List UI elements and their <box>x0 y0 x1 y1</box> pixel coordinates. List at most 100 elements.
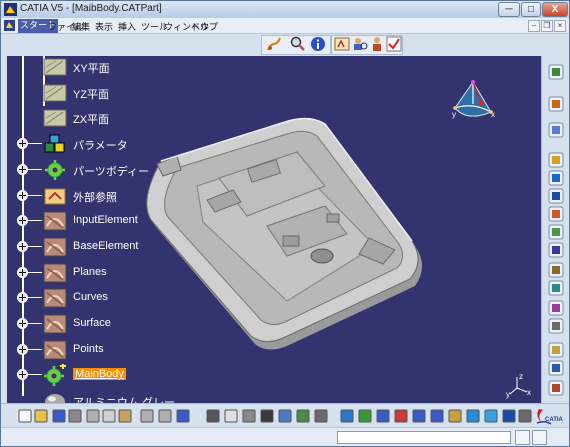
fit-all-icon[interactable] <box>357 408 373 424</box>
tree-expand-button[interactable] <box>17 215 28 227</box>
redo-icon[interactable] <box>157 408 173 424</box>
stop-command-button[interactable] <box>515 430 530 445</box>
apply-material-icon[interactable] <box>548 342 564 358</box>
zoom-out-icon[interactable] <box>429 408 445 424</box>
command-options-button[interactable] <box>532 430 547 445</box>
sketch-arrow-icon[interactable] <box>266 36 282 52</box>
menu-help[interactable]: ヘルプ <box>191 20 218 33</box>
hole-icon[interactable] <box>548 206 564 222</box>
fog-icon[interactable] <box>205 408 221 424</box>
tree-node-label[interactable]: Surface <box>73 317 111 329</box>
plane-icon[interactable] <box>43 107 67 129</box>
search-icon[interactable] <box>290 36 306 52</box>
info-icon[interactable] <box>310 36 326 52</box>
menu-edit[interactable]: 編集 <box>72 20 90 33</box>
tree-expand-button[interactable] <box>17 138 28 150</box>
3d-viewport[interactable]: XY平面 YZ平面 ZX平面 パラメータ パーツボディー 外部参照 InputElement… <box>7 56 541 403</box>
save-icon[interactable] <box>51 408 67 424</box>
print-icon[interactable] <box>67 408 83 424</box>
tree-node-label[interactable]: Planes <box>73 266 107 278</box>
tree-node-label[interactable]: 外部参照 <box>73 189 117 205</box>
boolean-icon[interactable] <box>548 300 564 316</box>
tree-expand-button[interactable] <box>17 240 28 252</box>
plane-icon[interactable] <box>43 82 67 104</box>
copy-icon[interactable] <box>101 408 117 424</box>
tree-expand-button[interactable] <box>17 369 28 381</box>
tree-node-label[interactable]: MainBody <box>73 368 126 381</box>
close-button[interactable]: X <box>542 2 568 17</box>
view-grid-icon[interactable] <box>465 408 481 424</box>
tree-expand-button[interactable] <box>17 318 28 329</box>
geometrical-set-icon[interactable] <box>43 313 67 335</box>
tree-node-label[interactable]: アルミニウム グレー <box>73 394 175 403</box>
tree-node-label[interactable]: Points <box>73 343 104 355</box>
shaft-icon[interactable] <box>548 188 564 204</box>
part-design-icon[interactable] <box>548 96 564 112</box>
minimize-button[interactable]: ─ <box>498 2 520 17</box>
fly-mode-icon[interactable] <box>339 408 355 424</box>
tree-node-label[interactable]: Curves <box>73 291 108 303</box>
tree-expand-button[interactable] <box>17 163 28 175</box>
rotate-icon[interactable] <box>393 408 409 424</box>
parameters-icon[interactable] <box>43 133 67 155</box>
geometrical-set-icon[interactable] <box>43 339 67 361</box>
tree-node-label[interactable]: BaseElement <box>73 240 138 252</box>
mass-icon[interactable] <box>313 408 329 424</box>
normal-view-icon[interactable] <box>447 408 463 424</box>
part-3d-model[interactable] <box>137 116 437 351</box>
select-arrow-icon[interactable] <box>548 122 564 138</box>
plane-icon[interactable] <box>43 56 67 78</box>
menu-insert[interactable]: 挿入 <box>118 20 136 33</box>
doc-minimize-button[interactable]: – <box>528 20 540 32</box>
material-sphere-icon[interactable] <box>43 390 67 403</box>
scale-icon[interactable] <box>241 408 257 424</box>
iso-view-icon[interactable] <box>483 408 499 424</box>
shell-icon[interactable] <box>548 280 564 296</box>
tree-node-label[interactable]: InputElement <box>73 214 138 226</box>
user-search-icon[interactable] <box>352 36 368 52</box>
tree-node-label[interactable]: パラメータ <box>73 137 128 153</box>
external-reference-icon[interactable] <box>43 185 67 207</box>
compass-icon[interactable] <box>447 76 499 128</box>
geometrical-set-icon[interactable] <box>43 236 67 258</box>
branch-icon[interactable] <box>295 408 311 424</box>
doc-close-button[interactable]: × <box>554 20 566 32</box>
command-input[interactable] <box>337 431 511 444</box>
knowledge-check-icon[interactable] <box>386 36 402 52</box>
new-file-icon[interactable] <box>17 408 33 424</box>
tree-expand-button[interactable] <box>17 189 28 201</box>
shading-icon[interactable] <box>501 408 517 424</box>
catalog-icon[interactable] <box>548 380 564 396</box>
tree-icon[interactable] <box>277 408 293 424</box>
speech-icon[interactable] <box>223 408 239 424</box>
tree-expand-button[interactable] <box>17 292 28 304</box>
open-folder-icon[interactable] <box>33 408 49 424</box>
pocket-icon[interactable] <box>548 170 564 186</box>
undo-icon[interactable] <box>139 408 155 424</box>
measure-icon[interactable] <box>548 318 564 334</box>
draft-icon[interactable] <box>548 262 564 278</box>
pad-icon[interactable] <box>548 152 564 168</box>
tree-node-label[interactable]: YZ平面 <box>73 86 109 102</box>
formula-icon[interactable] <box>334 36 350 52</box>
pan-icon[interactable] <box>375 408 391 424</box>
partbody-gear-icon[interactable] <box>43 159 67 181</box>
whats-this-icon[interactable] <box>175 408 191 424</box>
tree-expand-button[interactable] <box>17 266 28 278</box>
fillet-icon[interactable] <box>548 224 564 240</box>
person-tool-icon[interactable] <box>369 36 385 52</box>
geometrical-set-icon[interactable] <box>43 287 67 309</box>
doc-restore-button[interactable]: ❐ <box>541 20 553 32</box>
mainbody-gear-icon[interactable] <box>43 364 67 387</box>
paste-icon[interactable] <box>117 408 133 424</box>
table-icon[interactable] <box>259 408 275 424</box>
geometrical-set-icon[interactable] <box>43 210 67 232</box>
geometrical-set-icon[interactable] <box>43 262 67 284</box>
maximize-button[interactable]: □ <box>521 2 541 17</box>
cut-icon[interactable] <box>85 408 101 424</box>
tree-expand-button[interactable] <box>17 343 28 355</box>
tree-node-label[interactable]: ZX平面 <box>73 111 109 127</box>
zoom-in-icon[interactable] <box>411 408 427 424</box>
chamfer-icon[interactable] <box>548 242 564 258</box>
measure-item-icon[interactable] <box>548 360 564 376</box>
